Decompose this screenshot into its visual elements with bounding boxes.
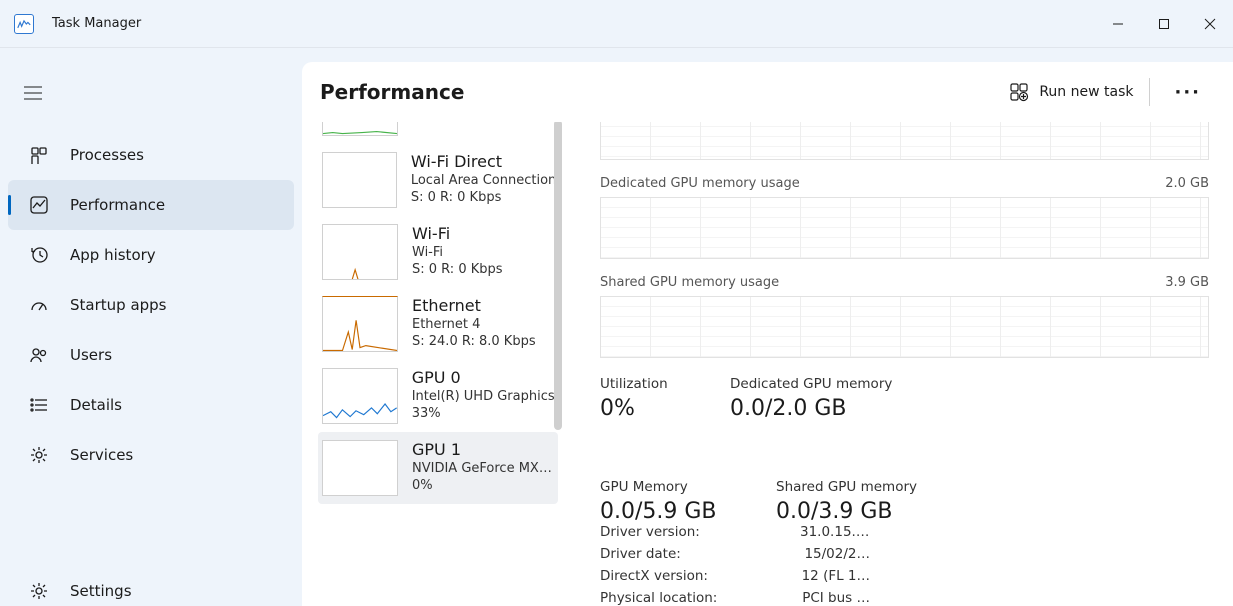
chart-shared bbox=[600, 296, 1209, 358]
tile-title: GPU 0 bbox=[412, 368, 554, 387]
prop-key: Driver date: bbox=[600, 546, 800, 562]
tile-line: S: 0 R: 0 Kbps bbox=[412, 262, 503, 277]
sidebar-item-label: Processes bbox=[70, 146, 144, 164]
tile-ssd[interactable]: SSD 2% bbox=[318, 122, 558, 144]
window-close-button[interactable] bbox=[1187, 0, 1233, 48]
tile-sub: Intel(R) UHD Graphics bbox=[412, 389, 554, 404]
run-task-label: Run new task bbox=[1039, 84, 1133, 100]
tile-line: S: 0 R: 0 Kbps bbox=[411, 190, 554, 205]
tile-wifi[interactable]: Wi-Fi Wi-Fi S: 0 R: 0 Kbps bbox=[318, 216, 558, 288]
sidebar: Processes Performance App history Startu… bbox=[0, 48, 302, 606]
tile-line: 33% bbox=[412, 406, 554, 421]
app-title: Task Manager bbox=[52, 16, 141, 31]
gear-icon bbox=[30, 446, 48, 464]
tile-sub: Ethernet 4 bbox=[412, 317, 536, 332]
tile-thumb bbox=[322, 152, 397, 208]
tile-thumb bbox=[322, 122, 398, 136]
prop-key: DirectX version: bbox=[600, 568, 800, 584]
section-label: Shared GPU memory usage bbox=[600, 275, 779, 290]
window-minimize-button[interactable] bbox=[1095, 0, 1141, 48]
sidebar-item-app-history[interactable]: App history bbox=[8, 230, 294, 280]
tile-title: Wi-Fi Direct bbox=[411, 152, 554, 171]
column-gap bbox=[564, 122, 600, 606]
run-new-task-button[interactable]: Run new task bbox=[1009, 82, 1133, 102]
stats-row: Utilization 0% Dedicated GPU memory 0.0/… bbox=[600, 376, 1209, 524]
chart-top bbox=[600, 122, 1209, 160]
performance-icon bbox=[30, 196, 48, 214]
sidebar-item-startup-apps[interactable]: Startup apps bbox=[8, 280, 294, 330]
page-title: Performance bbox=[320, 80, 464, 104]
stat-value: 0.0/3.9 GB bbox=[776, 499, 917, 524]
tiles-scrollbar[interactable] bbox=[554, 122, 562, 430]
workspace: Processes Performance App history Startu… bbox=[0, 48, 1233, 606]
chart-dedicated bbox=[600, 197, 1209, 259]
prop-val: 12 (FL 1… bbox=[800, 568, 870, 584]
prop-key: Driver version: bbox=[600, 524, 800, 540]
stat-value: 0% bbox=[600, 396, 730, 421]
section-right: 2.0 GB bbox=[1165, 176, 1209, 191]
resource-tile-list[interactable]: SSD 2% Wi-Fi Direct Local Area Connectio… bbox=[302, 122, 564, 606]
stat-value: 0.0/5.9 GB bbox=[600, 499, 730, 524]
tile-thumb bbox=[322, 296, 398, 352]
sidebar-item-label: Services bbox=[70, 446, 133, 464]
card-header: Performance Run new task ··· bbox=[302, 62, 1233, 122]
more-options-button[interactable]: ··· bbox=[1166, 82, 1209, 103]
tile-sub: NVIDIA GeForce MX… bbox=[412, 461, 552, 476]
sidebar-item-label: Startup apps bbox=[70, 296, 167, 314]
stat-value: 0.0/2.0 GB bbox=[730, 396, 892, 421]
properties: Driver version:31.0.15.1… Driver date:15… bbox=[600, 524, 1209, 606]
window-maximize-button[interactable] bbox=[1141, 0, 1187, 48]
prop-val: 15/02/2… bbox=[800, 546, 870, 562]
tile-wifi-direct[interactable]: Wi-Fi Direct Local Area Connection S: 0 … bbox=[318, 144, 558, 216]
sidebar-item-details[interactable]: Details bbox=[8, 380, 294, 430]
sidebar-item-label: App history bbox=[70, 246, 156, 264]
tile-sub: Local Area Connection bbox=[411, 173, 554, 188]
tile-title: Ethernet bbox=[412, 296, 536, 315]
stat-label: Shared GPU memory bbox=[776, 479, 917, 495]
prop-val: 31.0.15.1… bbox=[800, 524, 870, 540]
tile-gpu0[interactable]: GPU 0 Intel(R) UHD Graphics 33% bbox=[318, 360, 558, 432]
sidebar-item-label: Settings bbox=[70, 582, 132, 600]
sidebar-item-label: Performance bbox=[70, 196, 165, 214]
tile-line: S: 24.0 R: 8.0 Kbps bbox=[412, 334, 536, 349]
content-card: Performance Run new task ··· SSD 2% bbox=[302, 62, 1233, 606]
tile-sub: Wi-Fi bbox=[412, 245, 503, 260]
tile-line: 0% bbox=[412, 478, 552, 493]
grid-icon bbox=[30, 146, 48, 164]
tile-thumb bbox=[322, 368, 398, 424]
sidebar-item-label: Users bbox=[70, 346, 112, 364]
sidebar-item-services[interactable]: Services bbox=[8, 430, 294, 480]
section-label: Dedicated GPU memory usage bbox=[600, 176, 800, 191]
tile-title: GPU 1 bbox=[412, 440, 552, 459]
sidebar-item-label: Details bbox=[70, 396, 122, 414]
divider bbox=[1149, 78, 1150, 106]
sidebar-item-settings[interactable]: Settings bbox=[8, 566, 294, 606]
detail-pane: Dedicated GPU memory usage 2.0 GB Shared… bbox=[600, 122, 1233, 606]
sidebar-item-performance[interactable]: Performance bbox=[8, 180, 294, 230]
prop-val: PCI bus … bbox=[800, 590, 870, 606]
tile-gpu1[interactable]: GPU 1 NVIDIA GeForce MX… 0% bbox=[318, 432, 558, 504]
gauge-icon bbox=[30, 296, 48, 314]
title-bar: Task Manager bbox=[0, 0, 1233, 48]
sidebar-item-processes[interactable]: Processes bbox=[8, 130, 294, 180]
stat-label: GPU Memory bbox=[600, 479, 730, 495]
tile-title: Wi-Fi bbox=[412, 224, 503, 243]
hamburger-button[interactable] bbox=[0, 80, 302, 130]
users-icon bbox=[30, 346, 48, 364]
prop-key: Physical location: bbox=[600, 590, 800, 606]
run-task-icon bbox=[1009, 82, 1029, 102]
stat-label: Dedicated GPU memory bbox=[730, 376, 892, 392]
settings-icon bbox=[30, 582, 48, 600]
tile-thumb bbox=[322, 440, 398, 496]
sidebar-item-users[interactable]: Users bbox=[8, 330, 294, 380]
history-icon bbox=[30, 246, 48, 264]
list-icon bbox=[30, 396, 48, 414]
tile-thumb bbox=[322, 224, 398, 280]
tile-ethernet[interactable]: Ethernet Ethernet 4 S: 24.0 R: 8.0 Kbps bbox=[318, 288, 558, 360]
section-right: 3.9 GB bbox=[1165, 275, 1209, 290]
app-icon bbox=[14, 14, 34, 34]
stat-label: Utilization bbox=[600, 376, 730, 392]
